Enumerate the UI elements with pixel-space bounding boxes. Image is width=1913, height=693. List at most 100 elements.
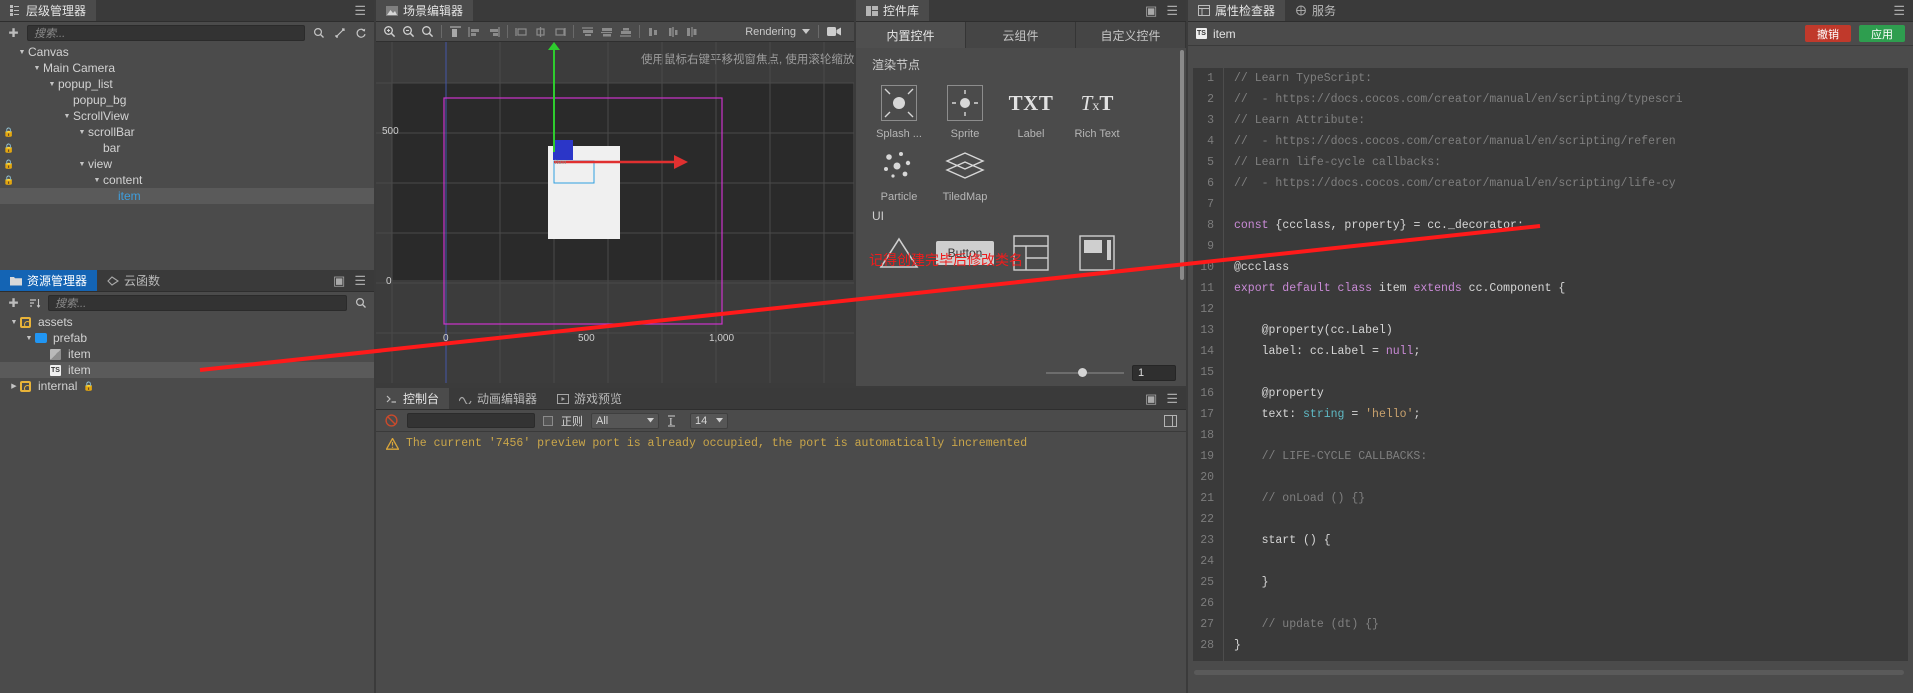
distribute-left-icon[interactable]: [644, 23, 663, 41]
chevron-down-icon[interactable]: ▼: [76, 161, 88, 168]
code-line[interactable]: 22: [1193, 509, 1908, 530]
pin-icon[interactable]: ▣: [1145, 3, 1157, 19]
locate-icon[interactable]: [332, 26, 347, 41]
clear-icon[interactable]: [384, 413, 399, 428]
subtab-custom[interactable]: 自定义控件: [1076, 22, 1186, 48]
hierarchy-node-scrollbar[interactable]: 🔒 ▼ scrollBar: [0, 124, 374, 140]
code-line[interactable]: 18: [1193, 425, 1908, 446]
code-line[interactable]: 9: [1193, 236, 1908, 257]
hierarchy-node-scrollview[interactable]: ▼ ScrollView: [0, 108, 374, 124]
code-line[interactable]: 2 // - https://docs.cocos.com/creator/man…: [1193, 89, 1908, 110]
console-filter-dropdown[interactable]: All: [591, 412, 659, 429]
tab-inspector[interactable]: 属性检查器: [1188, 0, 1286, 21]
subtab-cloud[interactable]: 云组件: [966, 22, 1076, 48]
tab-game-preview[interactable]: 游戏预览: [547, 388, 633, 409]
hamburger-menu-icon[interactable]: ☰: [1166, 391, 1178, 407]
code-hscrollbar[interactable]: [1194, 670, 1904, 675]
code-line[interactable]: 26: [1193, 593, 1908, 614]
distribute-top-icon[interactable]: [578, 23, 597, 41]
distribute-bottom-icon[interactable]: [616, 23, 635, 41]
align-right-icon[interactable]: [484, 23, 503, 41]
asset-item-item[interactable]: item: [0, 346, 374, 362]
camera-icon[interactable]: [827, 26, 842, 37]
code-line[interactable]: 25 }: [1193, 572, 1908, 593]
code-line[interactable]: 27 // update (dt) {}: [1193, 614, 1908, 635]
hierarchy-tree[interactable]: ▼ Canvas ▼ Main Camera ▼ popup_list popup_bg ▼ S…: [0, 44, 374, 204]
code-line[interactable]: 16 @property: [1193, 383, 1908, 404]
scene-toolbar[interactable]: Rendering: [376, 22, 854, 42]
expand-icon[interactable]: [1163, 413, 1178, 428]
regex-checkbox[interactable]: [543, 415, 553, 426]
chevron-down-icon[interactable]: ▼: [91, 177, 103, 184]
code-line[interactable]: 8 const {ccclass, property} = cc._decorat…: [1193, 215, 1908, 236]
code-line[interactable]: 23 start () {: [1193, 530, 1908, 551]
search-icon[interactable]: [353, 296, 368, 311]
lock-icon[interactable]: 🔒: [3, 159, 14, 170]
code-line[interactable]: 6 // - https://docs.cocos.com/creator/man…: [1193, 173, 1908, 194]
zoom-out-icon[interactable]: [399, 23, 418, 41]
chevron-down-icon[interactable]: ▼: [31, 65, 43, 72]
chevron-down-icon[interactable]: ▼: [23, 335, 35, 342]
align-bottom-icon[interactable]: [550, 23, 569, 41]
font-size-icon[interactable]: I: [667, 413, 682, 428]
tab-animation-editor[interactable]: 动画编辑器: [449, 388, 548, 409]
hierarchy-node-bar[interactable]: 🔒 bar: [0, 140, 374, 156]
hierarchy-node-item[interactable]: item: [0, 188, 374, 204]
library-item-scrollview[interactable]: [1064, 229, 1130, 277]
assets-search-input[interactable]: 搜索...: [48, 295, 347, 311]
hierarchy-node-main-camera[interactable]: ▼ Main Camera: [0, 60, 374, 76]
plus-icon[interactable]: ✚: [6, 26, 21, 41]
console-log-row[interactable]: The current '7456' preview port is alrea…: [376, 432, 1186, 455]
assets-tree[interactable]: ▼ assets ▼ prefab item TS item ▶ internal 🔒: [0, 314, 374, 394]
code-line[interactable]: 17 text: string = 'hello';: [1193, 404, 1908, 425]
tab-assets[interactable]: 资源管理器: [0, 270, 98, 291]
pin-icon[interactable]: ▣: [1145, 391, 1157, 407]
scene-viewport[interactable]: 使用鼠标右键平移视窗焦点, 使用滚轮缩放视图 item 500 0 0 500 …: [376, 42, 854, 383]
chevron-down-icon[interactable]: ▼: [16, 49, 28, 56]
distribute-right-icon[interactable]: [682, 23, 701, 41]
zoom-slider-thumb[interactable]: [1078, 368, 1087, 377]
code-line[interactable]: 12: [1193, 299, 1908, 320]
code-line[interactable]: 15: [1193, 362, 1908, 383]
hamburger-menu-icon[interactable]: ☰: [354, 273, 366, 289]
code-line[interactable]: 24: [1193, 551, 1908, 572]
tab-service[interactable]: 服务: [1285, 0, 1347, 21]
hierarchy-node-canvas[interactable]: ▼ Canvas: [0, 44, 374, 60]
code-line[interactable]: 10 @ccclass: [1193, 257, 1908, 278]
tab-scene-editor[interactable]: 场景编辑器: [376, 0, 474, 21]
chevron-right-icon[interactable]: ▶: [8, 382, 20, 390]
hierarchy-node-popup-list[interactable]: ▼ popup_list: [0, 76, 374, 92]
code-line[interactable]: 29: [1193, 656, 1908, 661]
library-item-splash[interactable]: Splash ...: [866, 79, 932, 140]
undo-button[interactable]: 撤销: [1805, 25, 1851, 42]
library-item-particle[interactable]: Particle: [866, 142, 932, 203]
apply-button[interactable]: 应用: [1859, 25, 1905, 42]
hamburger-menu-icon[interactable]: ☰: [1166, 3, 1178, 19]
code-line[interactable]: 28}: [1193, 635, 1908, 656]
code-line[interactable]: 7: [1193, 194, 1908, 215]
zoom-value-input[interactable]: 1: [1132, 365, 1176, 381]
tab-component-library[interactable]: 控件库: [856, 0, 930, 21]
library-item-sprite[interactable]: Sprite: [932, 79, 998, 140]
library-item-label[interactable]: TXT Label: [998, 79, 1064, 141]
lock-icon[interactable]: 🔒: [3, 143, 14, 154]
console-search-input[interactable]: [407, 413, 535, 428]
chevron-down-icon[interactable]: ▼: [8, 319, 20, 326]
code-line[interactable]: 14 label: cc.Label = null;: [1193, 341, 1908, 362]
code-line[interactable]: 3 // Learn Attribute:: [1193, 110, 1908, 131]
plus-icon[interactable]: ✚: [6, 296, 21, 311]
tab-cloud-function[interactable]: 云函数: [97, 270, 171, 291]
hierarchy-node-popup-bg[interactable]: popup_bg: [0, 92, 374, 108]
code-line[interactable]: 19 // LIFE-CYCLE CALLBACKS:: [1193, 446, 1908, 467]
code-line[interactable]: 5 // Learn life-cycle callbacks:: [1193, 152, 1908, 173]
search-icon[interactable]: [311, 26, 326, 41]
code-editor[interactable]: 1 // Learn TypeScript: 2 // - https://docs.…: [1193, 68, 1908, 661]
tab-hierarchy[interactable]: 层级管理器: [0, 0, 97, 21]
console-fontsize-dropdown[interactable]: 14: [690, 412, 728, 429]
library-item-rich-text[interactable]: TxT Rich Text: [1064, 79, 1130, 141]
refresh-icon[interactable]: [353, 26, 368, 41]
hamburger-menu-icon[interactable]: ☰: [1893, 3, 1905, 19]
hierarchy-search-input[interactable]: 搜索...: [27, 25, 305, 41]
align-middle-v-icon[interactable]: [531, 23, 550, 41]
lock-icon[interactable]: 🔒: [3, 127, 14, 138]
